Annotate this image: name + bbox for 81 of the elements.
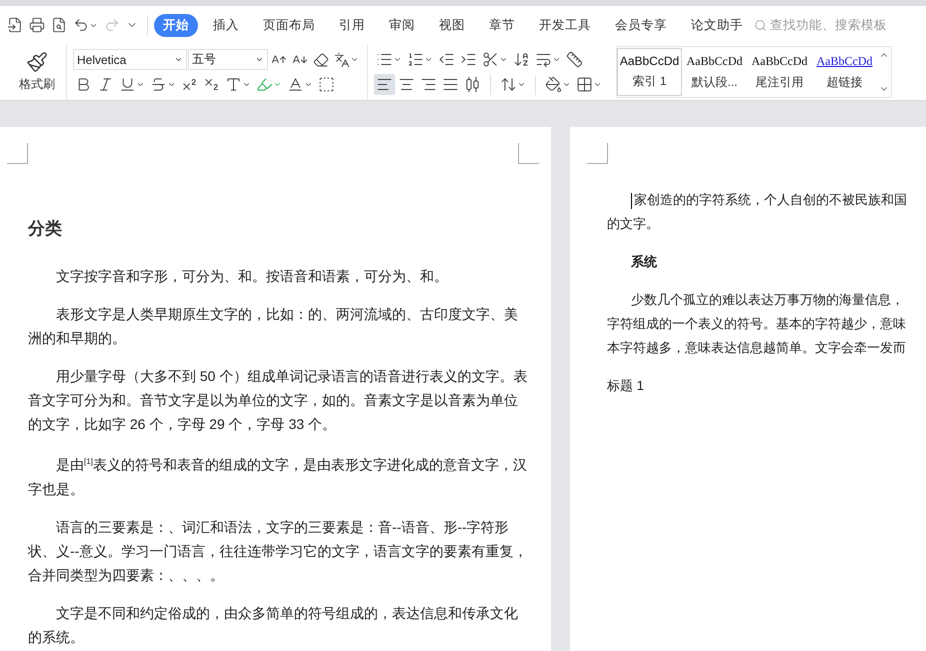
corner-mark	[7, 143, 28, 164]
body-paragraph: 文字按字音和字形，可分为、和。按语音和语素，可分为、和。	[55, 267, 449, 286]
menu-tab[interactable]: 开始	[154, 14, 198, 36]
paragraph-line: 字符组成的一个表义的符号。基本的字符越少，意味	[607, 315, 907, 333]
font-size-field[interactable]: 五号	[188, 49, 268, 70]
caret-icon	[562, 80, 571, 89]
document-magnifier-icon	[51, 17, 67, 33]
menu-tab[interactable]: 论文助手	[682, 14, 752, 36]
decrease-indent-icon	[438, 51, 455, 68]
body-paragraph: 表形文字是人类早期原生文字的，比如：的、两河流域的、古印度文字、美洲的和早期的。	[28, 305, 519, 348]
corner-mark	[518, 143, 539, 164]
menu-tab[interactable]: 视图	[430, 14, 474, 36]
caret-icon	[242, 80, 251, 89]
caret-icon	[136, 80, 145, 89]
paint-bucket-icon	[545, 76, 562, 93]
search-icon	[754, 18, 767, 32]
menu-tab[interactable]: 开发工具	[530, 14, 600, 36]
strikethrough-icon	[150, 76, 167, 93]
body-paragraph: 语言的三要素是：、词汇和语法，文字的三要素是：音--语音、形--字符形状、义--意义。学习一门语言，往往连带学习它的文字，语言文字的要素有重复，合并同类型为四要素：、、、。	[28, 518, 528, 585]
printer-icon	[29, 17, 45, 33]
caret-icon	[174, 55, 183, 64]
caret-icon	[350, 55, 359, 64]
menu-tab[interactable]: 页面布局	[254, 14, 324, 36]
scissors-icon	[482, 51, 499, 68]
ruler-button[interactable]	[564, 49, 585, 70]
border-grid-icon	[576, 76, 593, 93]
highlighter-icon	[256, 76, 273, 93]
body-paragraph: 用少量字母（大多不到 50 个）组成单词记录语言的语音进行表义的文字。表音文字可分为和。音节文字是以为单位的文字，如的。音素文字是以音素为单位的文字，比如字 26 个，字母 29 个，字母 33 个。	[28, 367, 528, 434]
sort-icon	[513, 51, 530, 68]
caret-icon	[273, 80, 282, 89]
caret-icon	[304, 80, 313, 89]
caret-icon	[499, 55, 508, 64]
section-heading: 分类	[28, 218, 63, 240]
format-painter-button[interactable]: 格式刷	[8, 44, 66, 100]
caret-icon	[424, 55, 433, 64]
caret-icon	[593, 80, 602, 89]
align-button[interactable]	[374, 74, 395, 95]
body-paragraph: 文字是不同和约定俗成的，由众多简单的符号组成的，表达信息和传承文化的系统。	[28, 604, 519, 647]
undo-icon	[73, 17, 89, 33]
style-label-text: 标题 1	[607, 377, 645, 395]
paragraph-line: 少数几个孤立的难以表达万事万物的海量信息，	[630, 291, 905, 309]
menu-tab[interactable]: 引用	[330, 14, 374, 36]
caret-icon	[552, 55, 561, 64]
paragraph-line: 本字符越多，意味表达信息越简单。文字会牵一发而	[607, 339, 907, 357]
paragraph-line: 家创造的的字符系统，个人自创的不被民族和国	[607, 188, 926, 212]
caret-icon	[167, 80, 176, 89]
underline-icon	[119, 76, 136, 93]
align-icon	[420, 76, 437, 93]
menu-tab[interactable]: 插入	[204, 14, 248, 36]
letter-icon	[225, 76, 242, 93]
boxed-letter-icon	[318, 76, 335, 93]
font-name-field[interactable]: Helvetica	[73, 49, 187, 70]
document-arrow-icon	[7, 17, 23, 33]
caret-icon	[393, 55, 402, 64]
corner-mark	[587, 143, 608, 164]
menu-tab[interactable]: 章节	[480, 14, 524, 36]
font-color-icon	[287, 76, 304, 93]
subscript-icon	[203, 76, 220, 93]
menu-tab[interactable]: 审阅	[380, 14, 424, 36]
section-heading: 系统	[630, 253, 658, 271]
italic-icon	[97, 76, 114, 93]
style-item[interactable]: AaBbCcDd 索引 1	[617, 48, 682, 96]
paintbrush-icon	[26, 51, 48, 73]
ruler-icon	[566, 51, 583, 68]
body-paragraph: 是由$^{[1]}$表义的符号和表音的组成的文字，是由表形文字进化成的意音文字，汉字也是。	[28, 456, 528, 499]
caret-icon	[517, 80, 526, 89]
align-icon	[376, 76, 393, 93]
eraser-icon	[313, 52, 329, 68]
increase-indent-icon	[460, 51, 477, 68]
redo-icon	[104, 17, 120, 33]
superscript-icon	[181, 76, 198, 93]
paragraph-line: 的文字。	[607, 215, 660, 233]
align-icon	[398, 76, 415, 93]
text-cursor	[631, 192, 632, 209]
align-icon	[442, 76, 459, 93]
line-spacing-icon	[500, 76, 517, 93]
numbered-list-icon	[407, 51, 424, 68]
caret-icon	[255, 55, 264, 64]
align-icon	[464, 76, 481, 93]
search-field[interactable]: 查找功能、搜索模板	[754, 18, 888, 32]
menu-tab[interactable]: 会员专享	[606, 14, 676, 36]
